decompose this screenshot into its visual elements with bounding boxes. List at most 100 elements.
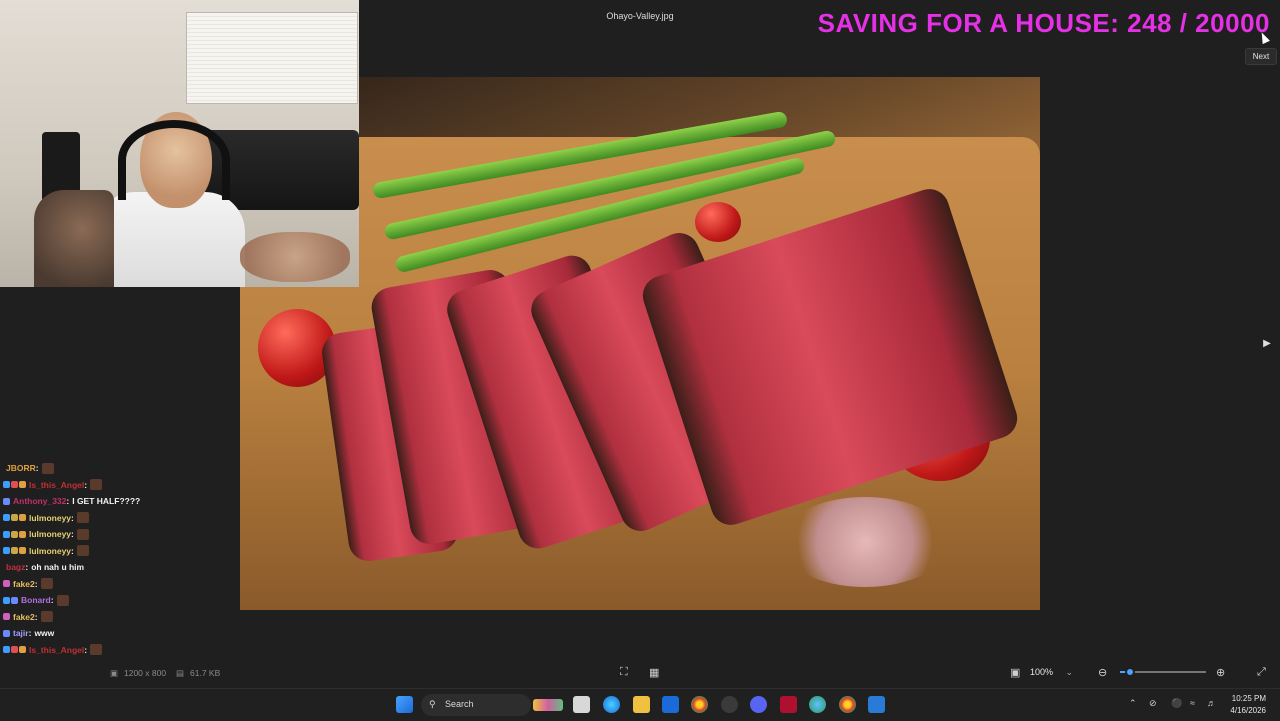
zoom-out-icon[interactable]: ⊖ [1098, 666, 1107, 679]
chevron-right-icon[interactable]: ▶ [1260, 336, 1274, 352]
photos-icon[interactable] [868, 696, 885, 713]
chat-overlay: JBORR : Is_this_Angel : Anthony_332 :I GET… [0, 460, 240, 704]
chat-username[interactable]: lulmoneyy [29, 546, 71, 556]
badge-icon [19, 646, 26, 654]
chat-separator: : [84, 644, 88, 655]
chat-badges [3, 530, 26, 538]
chat-separator: : [66, 496, 70, 507]
edge-icon[interactable] [603, 696, 620, 713]
chat-separator: : [71, 545, 74, 556]
file-explorer-icon[interactable] [633, 696, 650, 713]
next-tooltip: Next [1245, 48, 1277, 65]
microphone-icon[interactable]: ⚫ [1171, 698, 1182, 709]
crop-icon[interactable]: ▦ [649, 666, 659, 679]
chat-separator: : [71, 512, 74, 523]
goal-overlay: SAVING FOR A HOUSE: 248 / 20000 [817, 8, 1270, 38]
badge-icon [3, 613, 10, 621]
chat-message: www [34, 628, 55, 639]
chat-username[interactable]: lulmoneyy [29, 529, 71, 539]
chat-username[interactable]: lulmoneyy [29, 513, 71, 523]
emote-icon [40, 578, 53, 590]
viewer-bottom-bar: ▣ 1200 x 800 ▤ 61.7 KB ⛶ ▦ ▣ 100% ⌄ ⊖ ⊕ … [0, 656, 1280, 688]
chat-username[interactable]: tajir [13, 628, 29, 638]
search-icon: ⚲ [429, 699, 436, 709]
badge-icon [11, 530, 18, 538]
person-arm [34, 190, 114, 287]
actual-size-icon[interactable]: ▣ [1010, 666, 1020, 679]
badge-icon [11, 547, 18, 555]
chat-line: lulmoneyy : [0, 510, 240, 527]
clock-time: 10:25 PM [1231, 694, 1266, 703]
chat-line: fake2 : [0, 576, 240, 593]
chat-line: Anthony_332 :I GET HALF???? [0, 493, 240, 510]
windows-start-icon[interactable] [396, 696, 413, 713]
discord-icon[interactable] [750, 696, 767, 713]
emote-icon [41, 462, 54, 474]
zoom-slider-thumb[interactable] [1125, 667, 1136, 677]
taskbar-clock[interactable]: 10:25 PM 4/16/2026 [1222, 693, 1266, 717]
chat-username[interactable]: fake2 [13, 579, 35, 589]
chat-separator: : [28, 628, 32, 639]
chat-line: Bonard : [0, 592, 240, 609]
chat-username[interactable]: bagz [6, 562, 25, 572]
chevron-up-icon[interactable]: ⌃ [1129, 698, 1137, 709]
chat-message: oh nah u him [31, 562, 85, 573]
chat-separator: : [34, 578, 38, 589]
fit-window-icon[interactable]: ⛶ [620, 666, 628, 679]
chat-badges [3, 481, 26, 489]
chat-username[interactable]: Bonard [21, 595, 51, 605]
chat-username[interactable]: Is_this_Angel [29, 645, 84, 655]
taskbar: ⚲ Search ⌃ ⊘ ⚫ ≈ ♬ 10:25 PM 4/16/2026 [0, 688, 1280, 721]
badge-icon [11, 514, 18, 522]
chat-separator: : [71, 529, 74, 540]
chat-username[interactable]: JBORR [6, 463, 36, 473]
wifi-icon[interactable]: ≈ [1190, 698, 1195, 708]
store-icon[interactable] [662, 696, 679, 713]
taskbar-search[interactable]: ⚲ Search [421, 694, 563, 716]
badge-icon [3, 497, 10, 505]
emote-icon [90, 479, 103, 491]
emote-icon [90, 644, 103, 656]
chrome-profile-icon[interactable] [839, 696, 856, 713]
badge-icon [11, 646, 18, 654]
network-icon[interactable]: ⊘ [1149, 698, 1157, 709]
file-size-icon: ▤ [176, 668, 185, 678]
chevron-down-icon: ⌄ [1065, 667, 1074, 677]
chat-username[interactable]: fake2 [13, 612, 35, 622]
salt-pepper-pile [780, 497, 950, 587]
chrome-icon[interactable] [691, 696, 708, 713]
badge-icon [3, 530, 10, 538]
zoom-dropdown[interactable]: 100% ⌄ [1030, 664, 1082, 680]
chat-line: JBORR : [0, 460, 240, 477]
acrobat-icon[interactable] [780, 696, 797, 713]
badge-icon [11, 481, 18, 489]
chat-badges [3, 613, 10, 621]
chat-line: lulmoneyy : [0, 526, 240, 543]
photo-viewer: Ohayo-Valley.jpg ▶ SAVING FOR A HOUSE: 2… [0, 0, 1280, 704]
chat-username[interactable]: Is_this_Angel [29, 480, 84, 490]
chat-badges [3, 514, 26, 522]
chat-line: lulmoneyy : [0, 543, 240, 560]
task-view-icon[interactable] [573, 696, 590, 713]
obs-icon[interactable] [721, 696, 738, 713]
zoom-in-icon[interactable]: ⊕ [1216, 666, 1225, 679]
badge-icon [3, 646, 10, 654]
emote-icon [76, 512, 89, 524]
image-dimensions: 1200 x 800 [124, 668, 167, 678]
chrome-alt-icon[interactable] [809, 696, 826, 713]
chat-separator: : [84, 479, 88, 490]
chat-line: fake2 : [0, 609, 240, 626]
file-size: 61.7 KB [190, 668, 221, 678]
volume-icon[interactable]: ♬ [1207, 698, 1216, 708]
chat-separator: : [35, 463, 39, 474]
headphones-icon [118, 120, 230, 200]
clock-date: 4/16/2026 [1230, 706, 1266, 715]
badge-icon [19, 530, 26, 538]
emote-icon [40, 611, 53, 623]
chat-username[interactable]: Anthony_332 [13, 496, 66, 506]
badge-icon [11, 596, 18, 604]
webcam-overlay [0, 0, 359, 287]
fullscreen-icon[interactable]: ⤢ [1257, 666, 1266, 679]
emote-icon [56, 594, 69, 606]
chat-separator: : [34, 611, 38, 622]
